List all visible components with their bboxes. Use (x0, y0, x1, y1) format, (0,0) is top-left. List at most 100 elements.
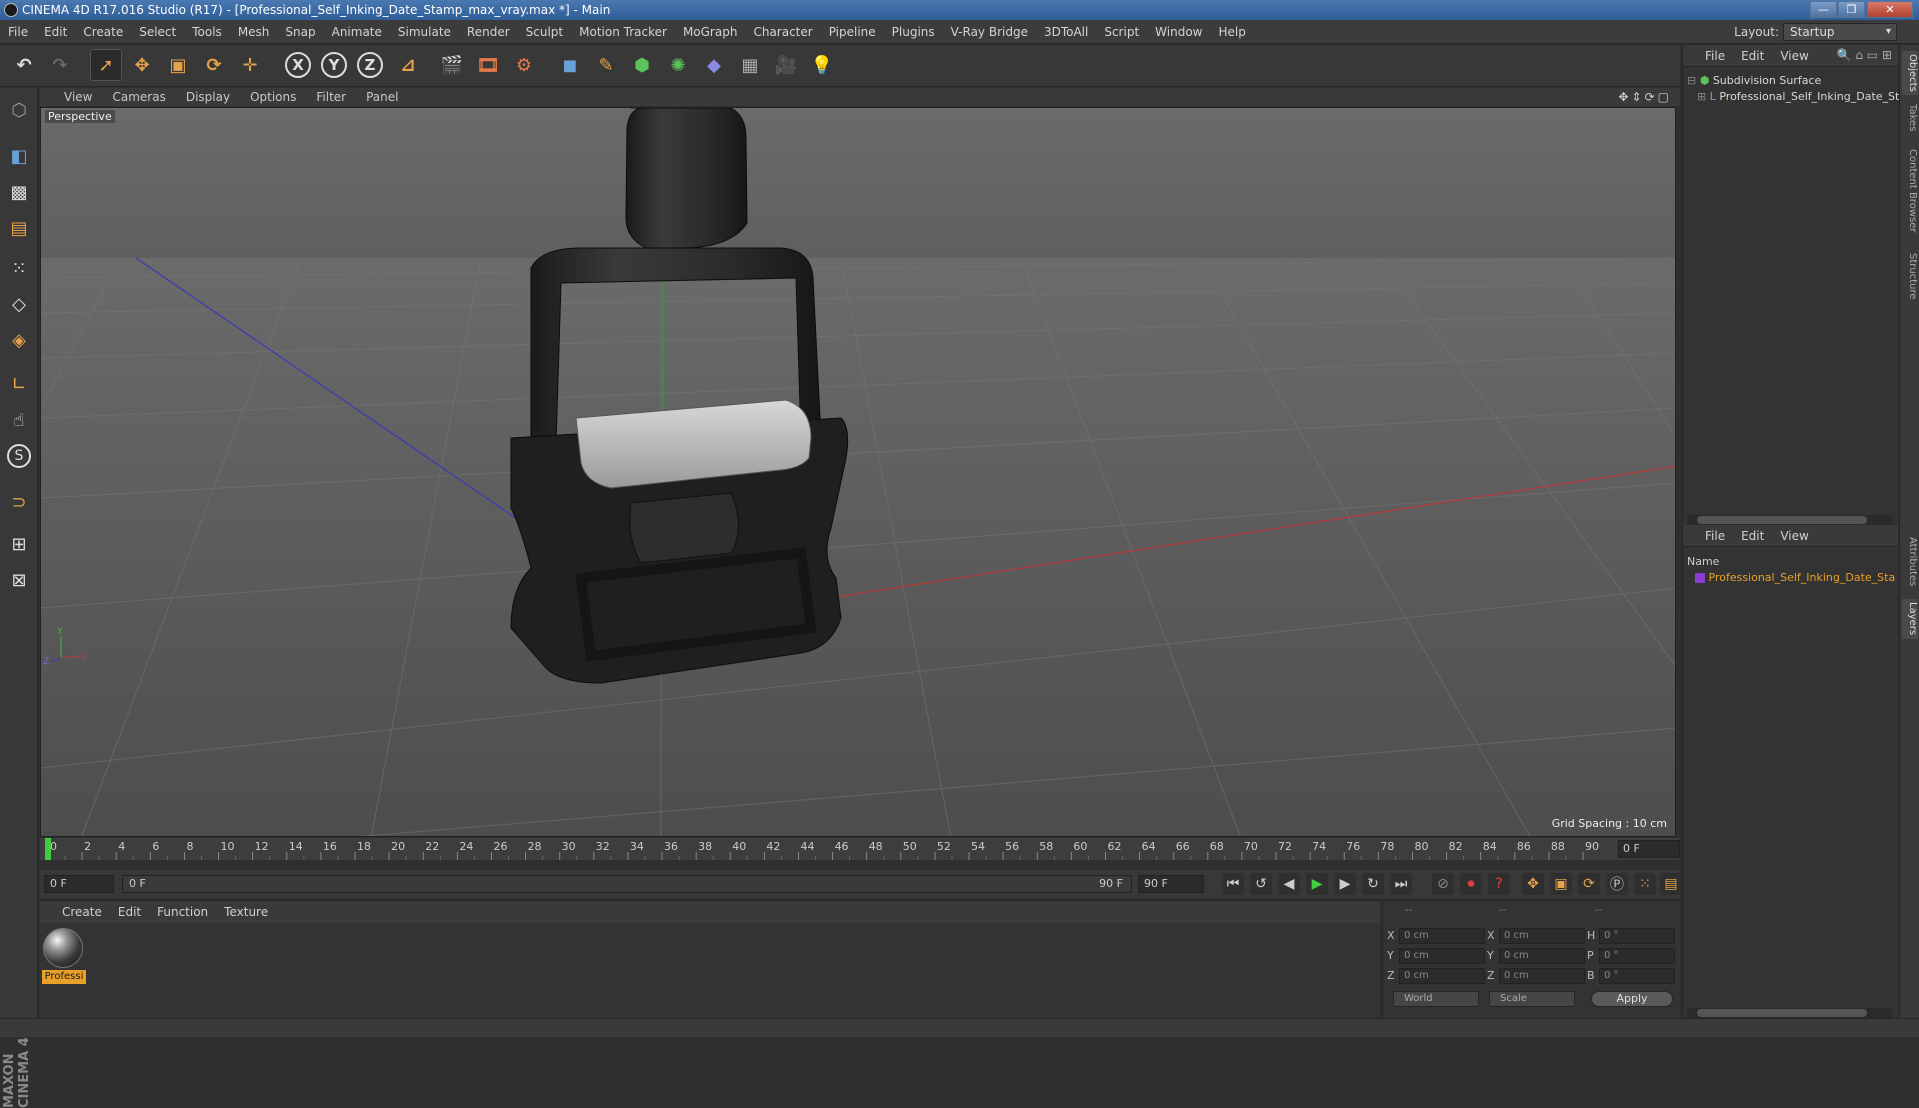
object-menu-view[interactable]: View (1772, 45, 1816, 67)
model-mode-icon[interactable]: ◧ (3, 140, 35, 172)
array-icon[interactable]: ✺ (662, 49, 694, 81)
move-icon[interactable]: ✥ (126, 49, 158, 81)
record-icon[interactable]: ⊘ (1432, 873, 1454, 895)
menu-edit[interactable]: Edit (36, 20, 75, 44)
menu-file[interactable]: File (0, 20, 36, 44)
menu-create[interactable]: Create (75, 20, 131, 44)
timeline-icon[interactable]: ▤ (1660, 873, 1682, 895)
z-axis-icon[interactable]: Z (354, 49, 386, 81)
menu-mograph[interactable]: MoGraph (675, 20, 746, 44)
viewport-menu-filter[interactable]: Filter (306, 88, 356, 106)
cube-icon[interactable]: ◼ (554, 49, 586, 81)
pos-z-field[interactable]: 0 cm (1399, 968, 1485, 984)
menu-help[interactable]: Help (1210, 20, 1253, 44)
close-button[interactable]: ✕ (1867, 1, 1913, 18)
menu-plugins[interactable]: Plugins (884, 20, 943, 44)
make-editable-icon[interactable]: ⬡ (3, 94, 35, 126)
size-z-field[interactable]: 0 cm (1499, 968, 1585, 984)
viewport-menu-display[interactable]: Display (176, 88, 240, 106)
layer-menu-view[interactable]: View (1772, 525, 1816, 547)
viewport-menu-panel[interactable]: Panel (356, 88, 408, 106)
menu-window[interactable]: Window (1147, 20, 1210, 44)
perspective-viewport[interactable]: Y X Z Perspective Grid Spacing : 10 cm (40, 107, 1676, 837)
pen-spline-icon[interactable]: ✎ (590, 49, 622, 81)
rotate-icon[interactable]: ⟳ (198, 49, 230, 81)
object-menu-file[interactable]: File (1683, 45, 1733, 67)
object-menu-edit[interactable]: Edit (1733, 45, 1772, 67)
tab-objects[interactable]: Objects (1902, 51, 1918, 95)
next-key-icon[interactable]: ↻ (1362, 873, 1384, 895)
go-to-end-icon[interactable]: ⏭ (1390, 873, 1412, 895)
viewport-menu-cameras[interactable]: Cameras (102, 88, 175, 106)
scale-key-icon[interactable]: ▣ (1550, 873, 1572, 895)
render-picture-viewer-icon[interactable]: 🎞 (472, 49, 504, 81)
size-mode-dropdown[interactable]: Scale (1489, 991, 1575, 1007)
material-menu-edit[interactable]: Edit (110, 901, 149, 923)
pos-y-field[interactable]: 0 cm (1399, 948, 1485, 964)
object-manager-hscrollbar[interactable] (1687, 515, 1893, 525)
tree-item-stamp-object[interactable]: ⊞ L Professional_Self_Inking_Date_St (1697, 89, 1899, 105)
layer-manager-hscrollbar[interactable] (1687, 1008, 1893, 1018)
expand-icon[interactable]: ⊟ (1687, 74, 1696, 87)
magnet-icon[interactable]: ⊃ (3, 486, 35, 518)
menu-vray-bridge[interactable]: V-Ray Bridge (943, 20, 1036, 44)
viewport-nav-icons[interactable]: ✥⇕⟳▢ (1618, 88, 1672, 106)
polygons-mode-icon[interactable]: ◈ (3, 324, 35, 356)
menu-3dtoall[interactable]: 3DToAll (1036, 20, 1096, 44)
camera-icon[interactable]: 🎥 (770, 49, 802, 81)
end-frame-field[interactable]: 90 F (1138, 875, 1204, 893)
texture-mode-icon[interactable]: ▩ (3, 176, 35, 208)
rotate-key-icon[interactable]: ⟳ (1578, 873, 1600, 895)
live-selection-icon[interactable]: ➚ (90, 49, 122, 81)
object-manager-tool-icons[interactable]: 🔍 ⌂ ▭ ⊞ (1837, 48, 1892, 62)
go-to-start-icon[interactable]: ⏮ (1222, 873, 1244, 895)
layer-menu-file[interactable]: File (1683, 525, 1733, 547)
scale-icon[interactable]: ▣ (162, 49, 194, 81)
material-preview-ball[interactable] (43, 928, 83, 968)
x-axis-icon[interactable]: X (282, 49, 314, 81)
next-frame-icon[interactable]: ▶ (1334, 873, 1356, 895)
menu-select[interactable]: Select (131, 20, 184, 44)
size-y-field[interactable]: 0 cm (1499, 948, 1585, 964)
autokey-icon[interactable]: ⏺ (1460, 873, 1482, 895)
menu-animate[interactable]: Animate (324, 20, 390, 44)
rot-h-field[interactable]: 0 ° (1599, 928, 1675, 944)
menu-snap[interactable]: Snap (277, 20, 323, 44)
edit-render-settings-icon[interactable]: ⚙ (508, 49, 540, 81)
points-mode-icon[interactable]: ⁙ (3, 252, 35, 284)
pos-x-field[interactable]: 0 cm (1399, 928, 1485, 944)
rot-p-field[interactable]: 0 ° (1599, 948, 1675, 964)
apply-button[interactable]: Apply (1591, 991, 1673, 1007)
y-axis-icon[interactable]: Y (318, 49, 350, 81)
tab-attributes[interactable]: Attributes (1902, 531, 1918, 593)
axis-mode-icon[interactable]: ∟ (3, 368, 35, 400)
deformer-icon[interactable]: ◆ (698, 49, 730, 81)
coordinate-system-icon[interactable]: ⊿ (392, 49, 424, 81)
viewport-menu-view[interactable]: View (40, 88, 102, 106)
move-key-icon[interactable]: ✥ (1522, 873, 1544, 895)
menu-script[interactable]: Script (1096, 20, 1147, 44)
material-menu-texture[interactable]: Texture (216, 901, 276, 923)
previous-key-icon[interactable]: ↺ (1250, 873, 1272, 895)
tab-structure[interactable]: Structure (1902, 247, 1918, 305)
menu-render[interactable]: Render (459, 20, 518, 44)
floor-icon[interactable]: ▦ (734, 49, 766, 81)
point-level-icon[interactable]: ⁙ (1634, 873, 1656, 895)
rot-b-field[interactable]: 0 ° (1599, 968, 1675, 984)
maximize-button[interactable]: ❐ (1838, 1, 1865, 18)
menu-mesh[interactable]: Mesh (230, 20, 278, 44)
layout-dropdown[interactable]: Startup (1783, 23, 1897, 41)
timeline-ruler[interactable]: 0 2 4 6 8 10 12 14 16 18 20 22 24 26 28 30 32 34 36 38 40 42 4… (40, 838, 1680, 860)
menu-character[interactable]: Character (745, 20, 820, 44)
menu-sculpt[interactable]: Sculpt (518, 20, 571, 44)
play-icon[interactable]: ▶ (1306, 873, 1328, 895)
preview-range-slider[interactable]: 0 F 90 F (122, 875, 1132, 893)
material-menu-function[interactable]: Function (149, 901, 216, 923)
menu-simulate[interactable]: Simulate (390, 20, 459, 44)
edges-mode-icon[interactable]: ◇ (3, 288, 35, 320)
layer-menu-edit[interactable]: Edit (1733, 525, 1772, 547)
layer-item[interactable]: Professional_Self_Inking_Date_Sta (1695, 570, 1895, 586)
menu-tools[interactable]: Tools (184, 20, 230, 44)
tab-takes[interactable]: Takes (1902, 101, 1918, 135)
layer-color-swatch[interactable] (1695, 573, 1705, 583)
